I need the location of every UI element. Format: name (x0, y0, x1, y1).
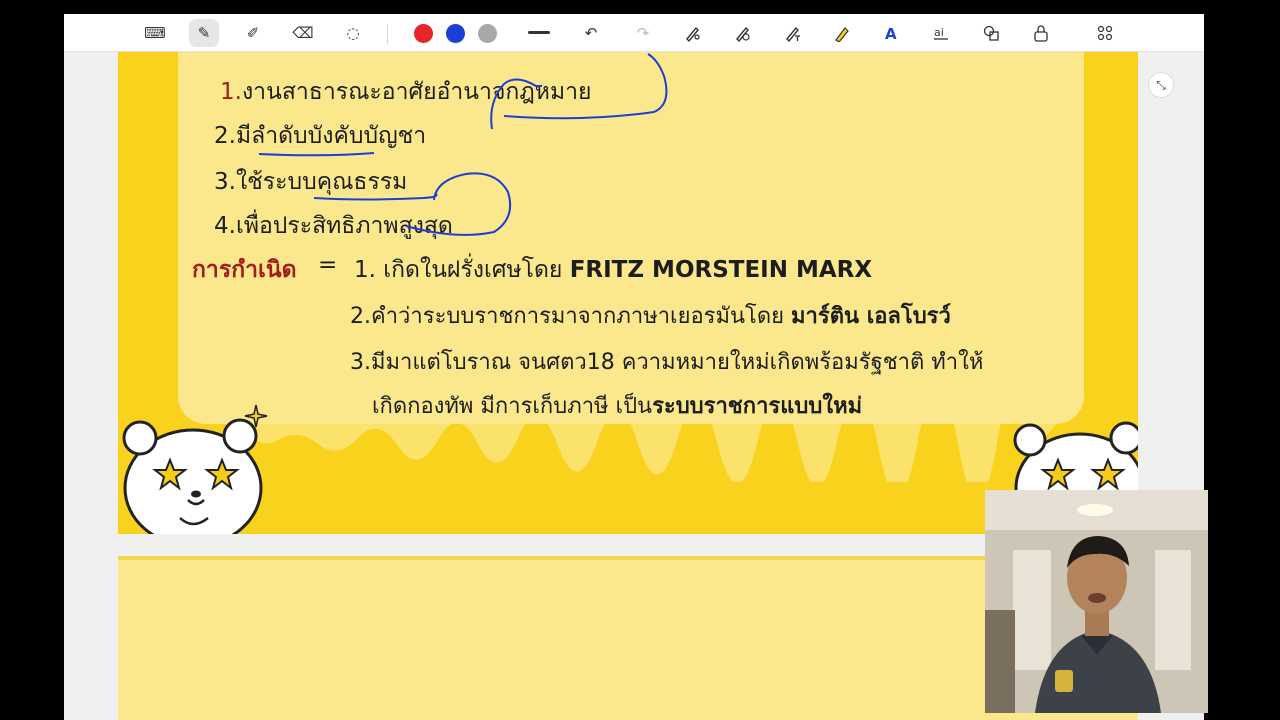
origin-item-3-continued: เกิดกองทัพ มีการเก็บภาษี เป็นระบบราชการแ… (372, 388, 862, 423)
stroke-width-icon[interactable] (524, 19, 554, 47)
list-number: 3. (214, 169, 236, 195)
toolbar-divider (387, 24, 388, 44)
origin-text: 2.คำว่าระบบราชการมาจากภาษาเยอรมันโดย (350, 304, 785, 329)
equals-sign: = (318, 252, 338, 278)
lock-icon[interactable] (1026, 19, 1056, 47)
color-gray-swatch[interactable] (478, 24, 497, 43)
webcam-overlay (985, 490, 1208, 713)
yellow-highlighter-icon[interactable] (826, 19, 856, 47)
eraser-icon[interactable]: ⌫ (288, 19, 318, 47)
origin-name: มาร์ติน เอลโบรว์ (791, 304, 951, 329)
keyboard-icon[interactable]: ⌨ (140, 19, 170, 47)
pen-settings-icon[interactable] (678, 19, 708, 47)
wave-decoration (238, 422, 1058, 482)
text-pen-icon[interactable] (778, 19, 808, 47)
origin-text: เกิดกองทัพ มีการเก็บภาษี เป็น (372, 394, 653, 419)
list-item-4: 4.เพื่อประสิทธิภาพสูงสุด (214, 208, 453, 244)
pen-icon[interactable]: ✎ (189, 19, 219, 47)
list-item-3: 3.ใช้ระบบคุณธรรม (214, 164, 407, 200)
list-text: เพื่อประสิทธิภาพสูงสุด (235, 213, 453, 239)
svg-text:A: A (885, 25, 897, 42)
undo-icon[interactable]: ↶ (576, 19, 606, 47)
highlighter-icon[interactable]: ✐ (238, 19, 268, 47)
drawing-toolbar: ⌨ ✎ ✐ ⌫ ◌ ↶ ↷ A ai (64, 14, 1204, 52)
origin-name: FRITZ MORSTEIN MARX (569, 257, 873, 283)
svg-text:ai: ai (934, 26, 944, 39)
origin-text: 1. เกิดในฝรั่งเศษโดย (354, 257, 563, 283)
sparkle-icon (244, 404, 268, 428)
list-number: 1. (220, 79, 242, 105)
slide-page: 1.งานสาธารณะอาศัยอำนาจกฎหมาย 2.มีลำดับบั… (118, 52, 1138, 534)
list-number: 4. (214, 213, 236, 239)
text-box-icon[interactable]: ai (926, 19, 956, 47)
lasso-icon[interactable]: ◌ (338, 19, 368, 47)
more-apps-icon[interactable] (1090, 19, 1120, 47)
list-text: ใช้ระบบคุณธรรม (235, 169, 408, 195)
origin-item-2: 2.คำว่าระบบราชการมาจากภาษาเยอรมันโดย มาร… (350, 298, 951, 333)
origin-item-1: 1. เกิดในฝรั่งเศษโดย FRITZ MORSTEIN MARX (354, 252, 872, 288)
list-item-1: 1.งานสาธารณะอาศัยอำนาจกฎหมาย (220, 74, 592, 110)
origin-heading: การกำเนิด (192, 257, 297, 283)
color-blue-swatch[interactable] (446, 24, 465, 43)
origin-emphasis: ระบบราชการแบบใหม่ (652, 394, 863, 419)
list-number: 2. (214, 123, 236, 149)
list-text: งานสาธารณะอาศัยอำนาจกฎหมาย (241, 79, 592, 105)
redo-icon[interactable]: ↷ (628, 19, 658, 47)
shape-pen-icon[interactable] (728, 19, 758, 47)
collapse-icon[interactable]: ⤡ (1148, 72, 1174, 98)
color-red-swatch[interactable] (414, 24, 433, 43)
origin-item-3: 3.มีมาแต่โบราณ จนศตว18 ความหมายใหม่เกิดพ… (350, 350, 984, 375)
presenter-video (985, 490, 1208, 713)
list-item-2: 2.มีลำดับบังคับบัญชา (214, 118, 426, 154)
shapes-icon[interactable] (976, 19, 1006, 47)
text-tool-icon[interactable]: A (876, 19, 906, 47)
list-text: มีลำดับบังคับบัญชา (235, 123, 427, 149)
